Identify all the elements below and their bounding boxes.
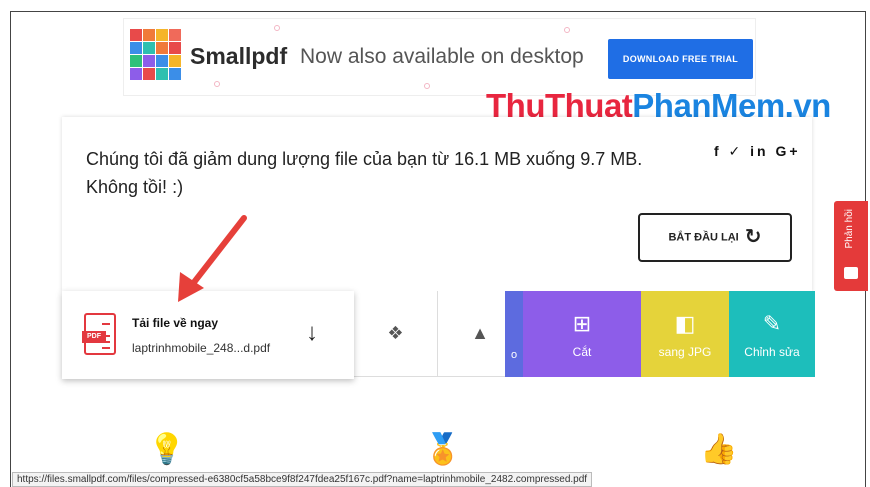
tool-edit-button[interactable]: ✎ Chỉnh sửa	[729, 291, 815, 377]
download-filename: laptrinhmobile_248...d.pdf	[132, 341, 271, 355]
decor-dot	[564, 27, 570, 33]
chat-icon	[844, 267, 858, 279]
decor-dot	[424, 83, 430, 89]
download-arrow-icon: ↓	[306, 319, 318, 346]
tool-pdf-to-jpg-button[interactable]: ◧ sang JPG	[641, 291, 729, 377]
ad-brand: Smallpdf	[190, 43, 288, 69]
decor-dot	[214, 81, 220, 87]
smallpdf-logo-icon	[130, 29, 182, 84]
dropbox-save-button[interactable]: ❖	[354, 291, 438, 377]
status-bar-url: https://files.smallpdf.com/files/compres…	[12, 472, 593, 487]
pdf-file-icon: PDF	[82, 313, 116, 355]
ad-banner[interactable]: Smallpdf Now also available on desktop D…	[123, 18, 756, 96]
download-title: Tải file về ngay	[132, 316, 219, 330]
dropbox-icon: ❖	[387, 323, 404, 343]
edit-icon: ✎	[762, 311, 782, 336]
ad-slogan: Now also available on desktop	[300, 45, 584, 68]
thumbs-up-icon: 👍	[700, 433, 738, 466]
award-icon: 🏅	[424, 433, 462, 466]
split-icon: ⊞	[572, 311, 592, 336]
compression-message: Chúng tôi đã giảm dung lượng file của bạ…	[86, 149, 643, 197]
social-share-icons[interactable]: f ✓ in G+	[714, 143, 801, 160]
refresh-icon: ↻	[744, 226, 762, 248]
download-free-trial-button[interactable]: DOWNLOAD FREE TRIAL	[608, 39, 753, 79]
tool-tile-partial[interactable]: o	[505, 291, 523, 377]
annotation-arrow-icon	[178, 215, 247, 302]
lightbulb-icon: 💡	[148, 433, 186, 466]
feedback-tab[interactable]: Phản hồi	[834, 201, 868, 291]
restart-button[interactable]: BẮT ĐẦU LẠI ↻	[638, 213, 792, 262]
jpg-icon: ◧	[674, 311, 696, 336]
decor-dot	[274, 25, 280, 31]
tool-split-button[interactable]: ⊞ Cắt	[523, 291, 641, 377]
